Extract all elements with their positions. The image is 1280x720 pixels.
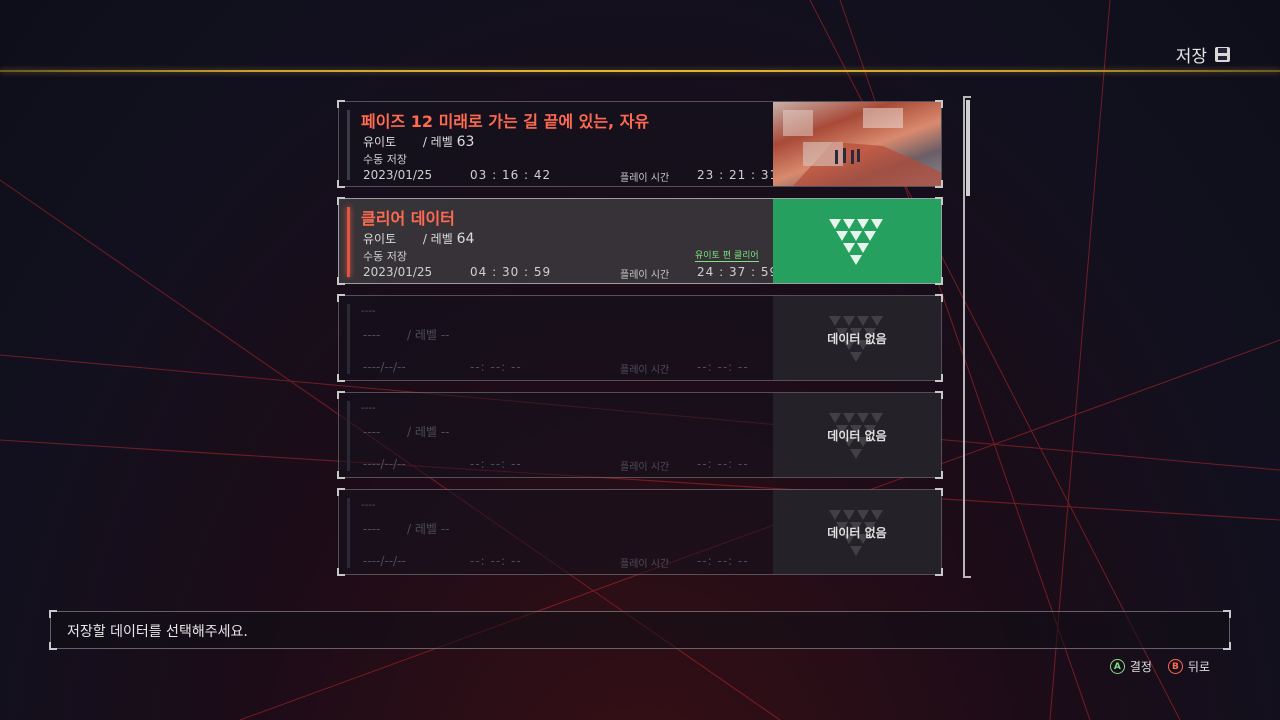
playtime-label: 플레이 시간 — [620, 173, 670, 184]
button-hints: A 결정 B 뒤로 — [1109, 658, 1210, 675]
save-slot-3[interactable]: ---- ---- / 레벨 -- ----/--/-- --: --: -- … — [337, 294, 943, 382]
slot-thumbnail — [773, 199, 941, 283]
slot-thumbnail: 데이터 없음 — [773, 393, 941, 477]
slot-title: 클리어 데이터 — [361, 209, 455, 228]
slot-time: 03 : 16 : 42 — [470, 168, 552, 182]
slot-level: -- — [440, 522, 450, 536]
save-slot-5[interactable]: ---- ---- / 레벨 -- ----/--/-- --: --: -- … — [337, 488, 943, 576]
playtime-value: 23 : 21 : 31 — [697, 168, 779, 182]
no-data-label: 데이터 없음 — [827, 525, 887, 540]
slot-indicator — [347, 304, 350, 374]
playtime-value: 24 : 37 : 59 — [697, 265, 779, 279]
playtime-label: 플레이 시간 — [620, 270, 670, 281]
slot-level: -- — [440, 425, 450, 439]
save-slot-4[interactable]: ---- ---- / 레벨 -- ----/--/-- --: --: -- … — [337, 391, 943, 479]
slot-title: 페이즈 12 미래로 가는 길 끝에 있는, 자유 — [361, 112, 650, 131]
no-data-label: 데이터 없음 — [827, 428, 887, 443]
slot-time: --: --: -- — [470, 360, 522, 374]
playtime-label: 플레이 시간 — [620, 365, 670, 376]
slot-title: ---- — [361, 403, 376, 414]
slot-save-mode: 수동 저장 — [363, 153, 407, 166]
slot-time: 04 : 30 : 59 — [470, 265, 552, 279]
slot-thumbnail: 데이터 없음 — [773, 296, 941, 380]
slot-character: ---- / 레벨 -- — [363, 328, 450, 342]
slot-level: 64 — [456, 231, 475, 247]
no-data-label: 데이터 없음 — [827, 331, 887, 346]
slot-level: -- — [440, 328, 450, 342]
floppy-icon — [1215, 47, 1230, 62]
slot-save-mode: 수동 저장 — [363, 250, 407, 263]
slot-title: ---- — [361, 500, 376, 511]
triforce-logo-icon — [829, 219, 883, 265]
back-label: 뒤로 — [1187, 660, 1210, 674]
slot-thumbnail: 데이터 없음 — [773, 490, 941, 574]
slot-date: ----/--/-- — [363, 457, 406, 471]
slot-title: ---- — [361, 306, 376, 317]
slot-character: ---- / 레벨 -- — [363, 425, 450, 439]
save-slot-1[interactable]: 페이즈 12 미래로 가는 길 끝에 있는, 자유 유이토 / 레벨 63 수동… — [337, 100, 943, 188]
confirm-hint[interactable]: A 결정 — [1109, 658, 1152, 675]
slot-indicator — [347, 207, 350, 277]
playtime-label: 플레이 시간 — [620, 462, 670, 473]
slot-time: --: --: -- — [470, 554, 522, 568]
slot-level: 63 — [456, 134, 475, 150]
clear-tag: 유이토 편 클리어 — [695, 248, 759, 262]
slot-time: --: --: -- — [470, 457, 522, 471]
slot-character: 유이토 / 레벨 64 — [363, 231, 475, 247]
slot-thumbnail — [773, 102, 941, 186]
slot-character: 유이토 / 레벨 63 — [363, 134, 475, 150]
playtime-value: --: --: -- — [697, 360, 749, 374]
slot-date: ----/--/-- — [363, 360, 406, 374]
scrollbar-thumb[interactable] — [966, 100, 970, 196]
header-save-label: 저장 — [1175, 47, 1207, 67]
b-button-icon: B — [1167, 659, 1183, 674]
slot-date: 2023/01/25 — [363, 265, 433, 279]
slot-date: 2023/01/25 — [363, 168, 433, 182]
slot-indicator — [347, 110, 350, 180]
back-hint[interactable]: B 뒤로 — [1167, 658, 1210, 675]
header-rule — [0, 70, 1280, 72]
a-button-icon: A — [1109, 659, 1125, 674]
save-slot-2[interactable]: 클리어 데이터 유이토 / 레벨 64 수동 저장 유이토 편 클리어 2023… — [337, 197, 943, 285]
message-text: 저장할 데이터를 선택해주세요. — [67, 624, 248, 640]
playtime-value: --: --: -- — [697, 554, 749, 568]
slot-indicator — [347, 401, 350, 471]
message-box: 저장할 데이터를 선택해주세요. — [49, 610, 1231, 650]
slot-scrollbar[interactable] — [963, 96, 971, 578]
header-save: 저장 — [1176, 42, 1230, 67]
confirm-label: 결정 — [1129, 660, 1152, 674]
slot-character: ---- / 레벨 -- — [363, 522, 450, 536]
slot-date: ----/--/-- — [363, 554, 406, 568]
slot-indicator — [347, 498, 350, 568]
playtime-label: 플레이 시간 — [620, 559, 670, 570]
playtime-value: --: --: -- — [697, 457, 749, 471]
